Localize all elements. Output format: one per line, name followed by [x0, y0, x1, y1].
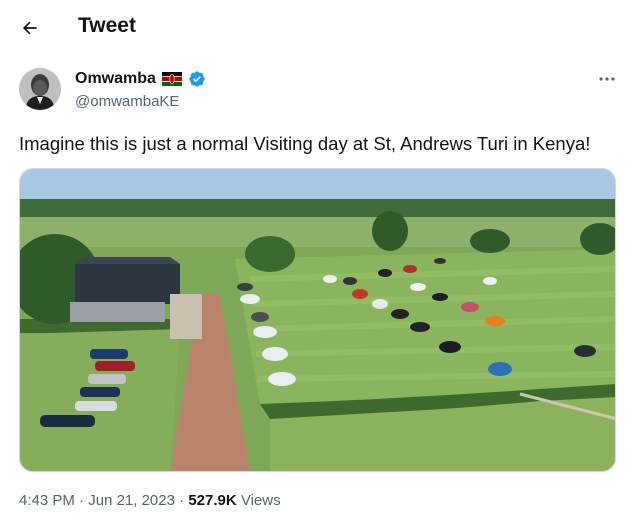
- meta-separator: ·: [74, 492, 89, 509]
- kenya-flag-icon: [161, 72, 182, 86]
- tweet-date[interactable]: Jun 21, 2023: [88, 492, 175, 509]
- more-options-icon: [599, 77, 615, 81]
- views-count: 527.9K: [188, 492, 237, 509]
- author-name-row: Omwamba: [75, 70, 206, 88]
- tweet-time[interactable]: 4:43 PM: [19, 492, 75, 509]
- top-bar: Tweet: [0, 0, 640, 56]
- more-options-button[interactable]: [596, 70, 618, 88]
- meta-separator: ·: [174, 492, 189, 509]
- author-handle[interactable]: @omwambaKE: [75, 93, 179, 110]
- views-label: Views: [236, 492, 281, 509]
- back-button[interactable]: [16, 14, 44, 42]
- verified-badge-icon: [189, 71, 205, 87]
- arrow-left-icon: [23, 21, 37, 35]
- tweet-text: Imagine this is just a normal Visiting d…: [19, 133, 591, 154]
- avatar[interactable]: [19, 68, 61, 110]
- tweet-meta: 4:43 PM · Jun 21, 2023 · 527.9K Views: [19, 492, 281, 509]
- page-title: Tweet: [78, 14, 136, 37]
- author-display-name[interactable]: Omwamba: [75, 70, 156, 88]
- tweet-photo[interactable]: [19, 168, 616, 472]
